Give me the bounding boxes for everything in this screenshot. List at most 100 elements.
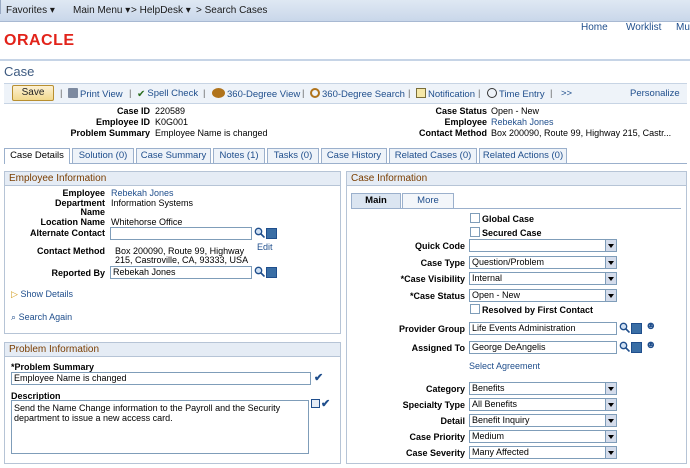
secured-case-checkbox[interactable] [470,227,480,237]
employee-label: Employee [62,188,105,198]
tab-related-actions[interactable]: Related Actions (0) [479,148,567,163]
detail-select[interactable]: Benefit Inquiry [469,414,617,427]
problem-summary-field-label: *Problem Summary [11,362,95,372]
reported-by-input[interactable]: Rebekah Jones [110,266,252,279]
personalize-link[interactable]: Personalize [630,88,680,99]
page-title: Case [4,64,35,79]
search-360-icon [310,88,320,98]
spell-check-icon[interactable]: ✔ [321,397,330,410]
case-information-panel: Case Information Main More Global Case S… [346,171,687,464]
provider-group-input[interactable]: Life Events Administration [469,322,617,335]
specialty-type-label: Specialty Type [402,400,465,410]
print-view-link[interactable]: Print View [68,88,123,100]
case-priority-select[interactable]: Medium [469,430,617,443]
tab-notes[interactable]: Notes (1) [213,148,265,163]
tab-related-cases[interactable]: Related Cases (0) [389,148,477,163]
tab-case-summary[interactable]: Case Summary [136,148,211,163]
tab-solution[interactable]: Solution (0) [72,148,134,163]
view-360-link[interactable]: 360-Degree View [212,88,300,100]
nav-divider [0,0,1,14]
favorites-menu[interactable]: Favorites ▾ [6,5,55,16]
employee-link[interactable]: Rebekah Jones [111,188,174,198]
problem-information-panel: Problem Information *Problem Summary Emp… [4,342,341,464]
problem-summary-input[interactable]: Employee Name is changed [11,372,311,385]
detail-page-icon[interactable] [266,228,277,239]
case-type-select[interactable]: Question/Problem [469,256,617,269]
reported-by-label: Reported By [51,268,105,278]
people-icon[interactable]: ☻ [645,320,657,332]
case-severity-label: Case Severity [405,448,465,458]
view-360-icon [212,88,225,98]
search-icon[interactable] [254,227,265,238]
global-case-checkbox[interactable] [470,213,480,223]
header-employee-link[interactable]: Rebekah Jones [491,117,554,127]
tab-case-details[interactable]: Case Details [4,148,70,164]
detail-page-icon[interactable] [631,342,642,353]
contact-method-line2: 215, Castroville, CA, 93333, USA [115,255,249,265]
quick-code-select[interactable] [469,239,617,252]
breadcrumb-search-cases[interactable]: > Search Cases [196,5,267,16]
search-again-icon: ⌕ [11,312,17,322]
employee-id-value: K0G001 [155,117,189,127]
case-status-value: Open - New [491,106,540,116]
search-360-link[interactable]: 360-Degree Search [310,88,405,100]
search-icon[interactable] [254,266,265,277]
subtab-main[interactable]: Main [351,193,401,208]
case-toolbar: Save | Print View | ✔ Spell Check | 360-D… [4,83,687,104]
case-type-label: Case Type [420,258,465,268]
show-details-link[interactable]: ▷ Show Details [11,289,73,300]
breadcrumb-helpdesk[interactable]: > HelpDesk ▾ [131,5,191,16]
case-status-select[interactable]: Open - New [469,289,617,302]
provider-group-label: Provider Group [398,324,465,334]
case-severity-select[interactable]: Many Affected [469,446,617,459]
case-id-value: 220589 [155,106,186,116]
case-visibility-select[interactable]: Internal [469,272,617,285]
header-employee-label: Employee [444,117,487,127]
detail-page-icon[interactable] [266,267,277,278]
save-button[interactable]: Save [12,85,54,101]
alternate-contact-input[interactable] [110,227,252,240]
detail-label: Detail [440,416,465,426]
category-select[interactable]: Benefits [469,382,617,395]
tab-case-history[interactable]: Case History [321,148,387,163]
employee-information-panel: Employee Information Employee Rebekah Jo… [4,171,341,334]
global-case-label: Global Case [482,214,535,224]
subtab-more[interactable]: More [402,193,454,208]
employee-id-label: Employee ID [95,117,150,127]
more-link[interactable]: Mu [676,22,690,33]
case-information-title: Case Information [347,172,686,186]
home-link[interactable]: Home [581,22,608,33]
worklist-link[interactable]: Worklist [626,22,661,33]
person-icon[interactable]: ☻ [645,339,657,351]
more-toolbar-link[interactable]: >> [561,88,572,99]
category-label: Category [425,384,465,394]
expand-textarea-icon[interactable] [311,399,320,408]
tab-tasks[interactable]: Tasks (0) [267,148,319,163]
header-divider [0,59,690,61]
case-id-label: Case ID [116,106,150,116]
problem-summary-value: Employee Name is changed [155,128,268,138]
notification-link[interactable]: Notification [416,88,475,100]
notification-icon [416,88,426,98]
time-entry-link[interactable]: Time Entry [487,88,545,100]
search-icon[interactable] [619,322,630,333]
detail-page-icon[interactable] [631,323,642,334]
edit-contact-link[interactable]: Edit [257,242,273,252]
resolved-first-contact-checkbox[interactable] [470,304,480,314]
select-agreement-link[interactable]: Select Agreement [469,361,540,371]
spell-check-icon[interactable]: ✔ [314,371,323,384]
assigned-to-input[interactable]: George DeAngelis [469,341,617,354]
main-menu[interactable]: Main Menu ▾ [73,5,130,16]
printer-icon [68,88,78,98]
specialty-type-select[interactable]: All Benefits [469,398,617,411]
department-name-label: Name [80,207,105,217]
problem-information-title: Problem Information [5,343,340,357]
search-icon[interactable] [619,341,630,352]
location-value: Whitehorse Office [111,217,183,227]
description-textarea[interactable]: Send the Name Change information to the … [11,400,309,454]
resolved-first-contact-label: Resolved by First Contact [482,305,594,315]
header-contact-method-label: Contact Method [419,128,487,138]
check-icon: ✔ [137,89,146,100]
search-again-link[interactable]: ⌕ Search Again [11,312,72,323]
spell-check-link[interactable]: ✔ Spell Check [137,88,198,100]
